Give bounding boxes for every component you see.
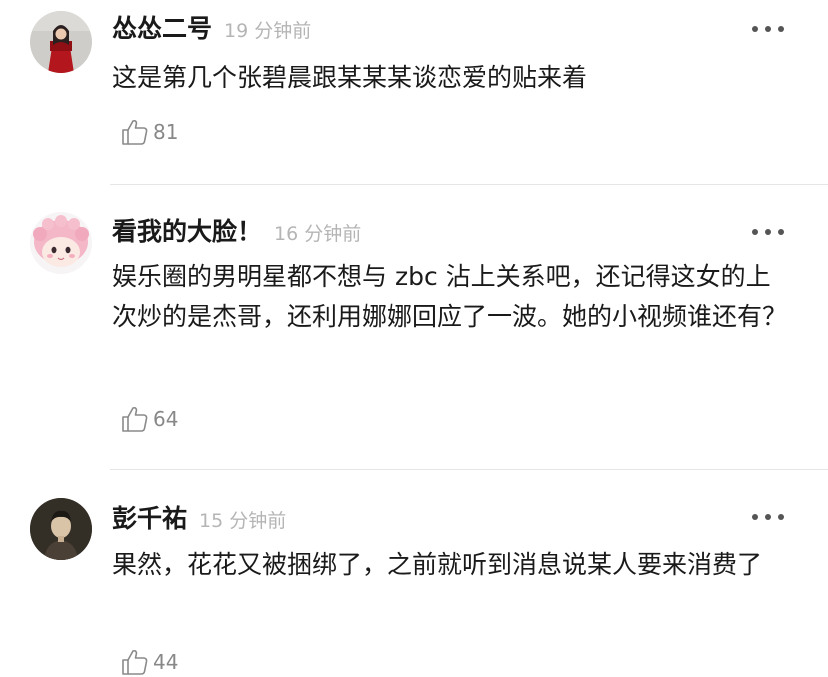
username-text[interactable]: 怂怂二号 <box>112 14 212 43</box>
user-avatar[interactable] <box>30 498 92 560</box>
more-dots-icon[interactable] <box>752 227 784 237</box>
more-dots-icon[interactable] <box>752 512 784 522</box>
user-avatar[interactable] <box>30 212 92 274</box>
username-text[interactable]: 彭千祐 <box>112 504 187 533</box>
avatar-cartoon-pink-hair-icon <box>30 212 92 274</box>
like-button[interactable]: 44 <box>120 647 178 677</box>
thumbs-up-icon <box>122 649 148 675</box>
comment-item: 怂怂二号 19 分钟前 这是第几个张碧晨跟某某某谈恋爱的贴来着 81 <box>0 0 828 185</box>
like-button[interactable]: 64 <box>120 404 178 434</box>
more-dots-icon[interactable] <box>752 24 784 34</box>
avatar-photo-red-dress-icon <box>30 11 92 73</box>
like-count: 81 <box>153 120 179 144</box>
comment-username[interactable]: 怂怂二号 19 分钟前 <box>112 14 311 46</box>
comment-item: 彭千祐 15 分钟前 果然，花花又被捆绑了，之前就听到消息说某人要来消费了 44 <box>0 470 828 675</box>
comment-text: 这是第几个张碧晨跟某某某谈恋爱的贴来着 <box>112 63 588 92</box>
comment-time: 16 分钟前 <box>274 223 362 245</box>
like-button[interactable]: 81 <box>120 117 178 147</box>
like-count: 44 <box>153 650 179 674</box>
username-text[interactable]: 看我的大脸！ <box>112 217 262 246</box>
avatar-photo-dark-icon <box>30 498 92 560</box>
thumbs-up-icon <box>122 119 148 145</box>
comment-username[interactable]: 看我的大脸！ 16 分钟前 <box>112 217 361 249</box>
comment-text: 果然，花花又被捆绑了，之前就听到消息说某人要来消费了 <box>112 550 763 579</box>
comment-time: 19 分钟前 <box>224 20 312 42</box>
comment-text: 娱乐圈的男明星都不想与 zbc 沾上关系吧，还记得这女的上次炒的是杰哥，还利用娜… <box>112 262 788 331</box>
comment-time: 15 分钟前 <box>199 510 287 532</box>
thumbs-up-icon <box>122 406 148 432</box>
user-avatar[interactable] <box>30 11 92 73</box>
comment-item: 看我的大脸！ 16 分钟前 娱乐圈的男明星都不想与 zbc 沾上关系吧，还记得这女… <box>0 185 828 470</box>
comment-username[interactable]: 彭千祐 15 分钟前 <box>112 504 286 536</box>
like-count: 64 <box>153 407 179 431</box>
